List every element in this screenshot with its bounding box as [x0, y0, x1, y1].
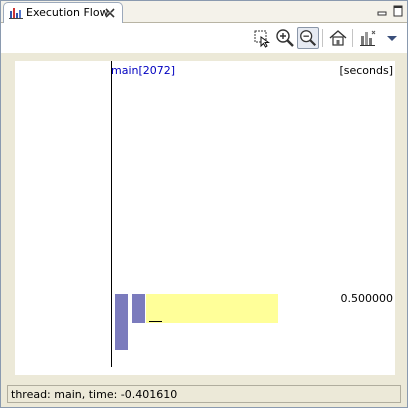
- thread-label: main[2072]: [111, 64, 176, 77]
- status-bar: thread: main, time: -0.401610: [7, 385, 401, 403]
- time-units-label: [seconds]: [339, 64, 393, 77]
- tab-execution-flow[interactable]: Execution Flow: [3, 2, 123, 23]
- execution-flow-view: Execution Flow main[2072] [seconds] 0.50…: [0, 0, 408, 408]
- select-zoom-icon[interactable]: [251, 27, 273, 49]
- zoom-out-icon[interactable]: [297, 27, 319, 49]
- toolbar-separator: [322, 29, 323, 47]
- time-tick-label: 0.500000: [340, 292, 394, 305]
- chart-options-icon[interactable]: [357, 27, 379, 49]
- method-call-bar[interactable]: [115, 294, 128, 350]
- tab-title: Execution Flow: [26, 6, 109, 19]
- thread-timeline-line: [111, 61, 112, 367]
- view-tab-bar: Execution Flow: [1, 1, 407, 23]
- view-menu-icon[interactable]: [381, 27, 403, 49]
- home-icon[interactable]: [327, 27, 349, 49]
- status-text: thread: main, time: -0.401610: [11, 388, 178, 401]
- selected-method-bar[interactable]: [146, 294, 278, 323]
- view-toolbar: [1, 23, 407, 53]
- close-icon[interactable]: [105, 5, 115, 21]
- execution-flow-canvas[interactable]: main[2072] [seconds] 0.500000: [15, 61, 395, 375]
- execution-flow-canvas-frame: main[2072] [seconds] 0.500000: [9, 55, 401, 379]
- zoom-in-icon[interactable]: [274, 27, 296, 49]
- toolbar-separator: [352, 29, 353, 47]
- method-call-bar[interactable]: [132, 294, 145, 323]
- minimize-icon[interactable]: [375, 4, 389, 18]
- method-call-marker: [149, 321, 162, 322]
- execution-flow-icon: [9, 7, 23, 19]
- maximize-icon[interactable]: [391, 4, 405, 18]
